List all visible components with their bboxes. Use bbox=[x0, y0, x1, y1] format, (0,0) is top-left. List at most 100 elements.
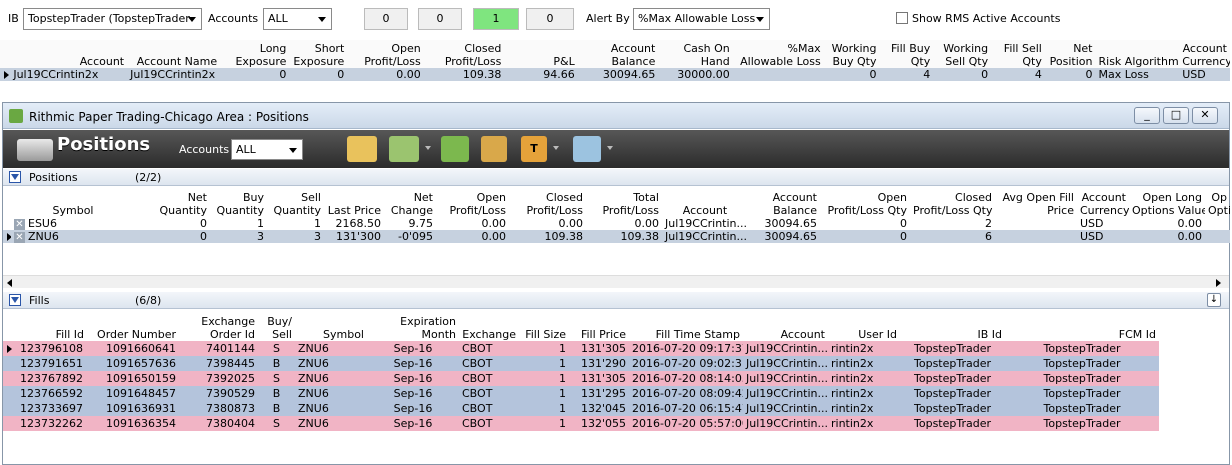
column-header[interactable]: Total Profit/Loss bbox=[586, 189, 662, 217]
column-header[interactable]: Cash On Hand bbox=[658, 40, 732, 68]
positions-horizontal-scrollbar[interactable] bbox=[3, 275, 1229, 288]
column-header[interactable]: Buy Quantity bbox=[210, 189, 267, 217]
column-header-line: Sell bbox=[301, 191, 321, 204]
column-header[interactable]: Account Balance bbox=[578, 40, 659, 68]
column-header[interactable]: Net Change bbox=[384, 189, 436, 217]
column-header[interactable]: Avg Open Fill Price bbox=[995, 189, 1077, 217]
close-icon[interactable]: ✕ bbox=[14, 231, 25, 243]
column-header[interactable]: Fill Price bbox=[569, 313, 629, 341]
ib-dropdown[interactable]: TopstepTrader (TopstepTrader bbox=[23, 8, 202, 30]
column-header[interactable]: Open Long Options Value bbox=[1129, 189, 1205, 217]
fill-cell: TopstepTrader bbox=[1005, 386, 1159, 401]
column-header[interactable]: Account Name bbox=[127, 40, 220, 68]
column-header[interactable]: Buy/Sell bbox=[258, 313, 295, 341]
fill-row[interactable]: 123767892 1091650159 7392025 S ZNU6 Sep-16 CBO… bbox=[3, 371, 1159, 386]
alert-by-dropdown[interactable]: %Max Allowable Loss bbox=[633, 8, 770, 30]
positions-toolbar: Positions Accounts ALL T bbox=[3, 130, 1229, 168]
maximize-button[interactable]: □ bbox=[1163, 107, 1189, 124]
fill-row[interactable]: 123733697 1091636931 7380873 B ZNU6 Sep-16 CBO… bbox=[3, 401, 1159, 416]
column-header[interactable]: Open Profit/Loss Qty bbox=[820, 189, 910, 217]
accounts-dropdown[interactable]: ALL bbox=[263, 8, 332, 30]
table-row[interactable]: ✕ ESU6 0 1 1 2168.50 9.75 0.00 0.00 0.00 Jul19CCri… bbox=[3, 217, 1230, 230]
column-header[interactable]: Account bbox=[743, 313, 828, 341]
column-header[interactable]: Fill Time Stamp bbox=[629, 313, 743, 341]
column-header[interactable]: Last Price bbox=[324, 189, 384, 217]
column-header[interactable]: Account Balance bbox=[748, 189, 820, 217]
fill-cell: 2016-07-20 08:14:05 bbox=[629, 371, 743, 386]
column-header[interactable]: Exchange Order Id bbox=[179, 313, 258, 341]
column-header[interactable]: Open Profit/Loss bbox=[347, 40, 423, 68]
clipboard-icon[interactable] bbox=[573, 136, 601, 162]
column-header[interactable]: Exchange bbox=[459, 313, 519, 341]
rms-checkbox[interactable] bbox=[896, 12, 908, 24]
close-button[interactable]: ✕ bbox=[1192, 107, 1218, 124]
position-cell bbox=[1205, 230, 1230, 243]
table-row[interactable]: ✕ ZNU6 0 3 3 131'300 -0'095 0.00 109.38 109.38 Jul… bbox=[3, 230, 1230, 243]
chevron-down-icon[interactable] bbox=[425, 146, 431, 150]
column-header-line: Profit/Loss Qty bbox=[913, 204, 993, 217]
fill-row[interactable]: 123796108 1091660641 7401144 S ZNU6 Sep-16 CBO… bbox=[3, 341, 1159, 356]
column-header[interactable]: Fill Id bbox=[17, 313, 87, 341]
scroll-left-icon[interactable] bbox=[7, 279, 12, 287]
cancel-orders-icon[interactable] bbox=[347, 136, 377, 162]
column-header[interactable]: Sell Quantity bbox=[267, 189, 324, 217]
column-header[interactable]: Open Profit/Loss bbox=[436, 189, 509, 217]
text-t-icon[interactable]: T bbox=[521, 136, 547, 162]
expand-down-icon[interactable]: ↓ bbox=[1207, 293, 1221, 307]
column-header[interactable]: Order Number bbox=[87, 313, 179, 341]
column-header[interactable]: Working Sell Qty bbox=[933, 40, 991, 68]
flatten-icon[interactable] bbox=[441, 136, 469, 162]
column-header[interactable]: Account Currency bbox=[1179, 40, 1230, 68]
column-header[interactable]: Risk Algorithm bbox=[1096, 40, 1180, 68]
minimize-button[interactable]: _ bbox=[1134, 107, 1160, 124]
column-header-line: Account bbox=[79, 55, 125, 68]
chevron-down-icon[interactable] bbox=[553, 146, 559, 150]
scroll-right-icon[interactable] bbox=[1216, 279, 1221, 287]
row-pointer[interactable] bbox=[0, 68, 11, 81]
column-header[interactable]: P&L bbox=[504, 40, 577, 68]
column-header[interactable]: Account bbox=[10, 40, 127, 68]
column-header[interactable]: Symbol bbox=[295, 313, 367, 341]
column-header[interactable]: Account bbox=[662, 189, 748, 217]
column-header[interactable]: FCM Id bbox=[1005, 313, 1159, 341]
column-header[interactable]: Expiration Month bbox=[367, 313, 459, 341]
fill-cell: 1 bbox=[519, 341, 569, 356]
column-header[interactable]: Fill Buy Qty bbox=[880, 40, 934, 68]
column-header[interactable]: Op Opti bbox=[1205, 189, 1230, 217]
book-icon[interactable] bbox=[481, 136, 507, 162]
fill-cell: Jul19CCrintin... bbox=[743, 356, 828, 371]
column-header[interactable]: Fill Sell Qty bbox=[991, 40, 1045, 68]
chevron-down-icon[interactable] bbox=[607, 146, 613, 150]
ib-dropdown-value: TopstepTrader (TopstepTrader bbox=[28, 12, 190, 25]
gear-money-icon[interactable] bbox=[389, 136, 419, 162]
column-header[interactable]: Closed Profit/Loss bbox=[509, 189, 586, 217]
column-header[interactable]: Short Exposure bbox=[289, 40, 347, 68]
filter-icon[interactable] bbox=[9, 171, 21, 183]
column-header[interactable]: Closed Profit/Loss Qty bbox=[910, 189, 995, 217]
fill-row[interactable]: 123766592 1091648457 7390529 B ZNU6 Sep-16 CBO… bbox=[3, 386, 1159, 401]
column-header[interactable]: Symbol bbox=[25, 189, 121, 217]
column-header[interactable]: Long Exposure bbox=[220, 40, 289, 68]
close-icon[interactable]: ✕ bbox=[14, 218, 25, 230]
column-header[interactable]: IB Id bbox=[900, 313, 1005, 341]
column-header[interactable]: Net Position bbox=[1045, 40, 1096, 68]
column-header-line: Expiration bbox=[400, 315, 456, 328]
column-header[interactable]: %Max Allowable Loss bbox=[733, 40, 824, 68]
position-cell: 0.00 bbox=[436, 230, 509, 243]
column-header-line: Profit/Loss bbox=[602, 204, 659, 217]
fill-row[interactable]: 123791651 1091657636 7398445 B ZNU6 Sep-16 CBO… bbox=[3, 356, 1159, 371]
column-header[interactable]: Fill Size bbox=[519, 313, 569, 341]
fill-row[interactable]: 123732262 1091636354 7380404 S ZNU6 Sep-16 CBO… bbox=[3, 416, 1159, 431]
column-header[interactable]: Net Quantity bbox=[121, 189, 210, 217]
fill-cell: 131'305 bbox=[569, 341, 629, 356]
rms-cell: Jul19CCrintin2x bbox=[127, 68, 221, 81]
column-header[interactable]: Closed Profit/Loss bbox=[424, 40, 505, 68]
column-header[interactable]: Working Buy Qty bbox=[824, 40, 880, 68]
fill-cell: TopstepTrader bbox=[1005, 416, 1159, 431]
fill-cell: S bbox=[258, 371, 295, 386]
column-header[interactable]: Account Currency bbox=[1077, 189, 1129, 217]
column-header[interactable]: User Id bbox=[828, 313, 900, 341]
toolbar-accounts-dropdown[interactable]: ALL bbox=[231, 139, 303, 160]
filter-icon[interactable] bbox=[9, 294, 21, 306]
column-header-line: Order Number bbox=[97, 328, 176, 341]
